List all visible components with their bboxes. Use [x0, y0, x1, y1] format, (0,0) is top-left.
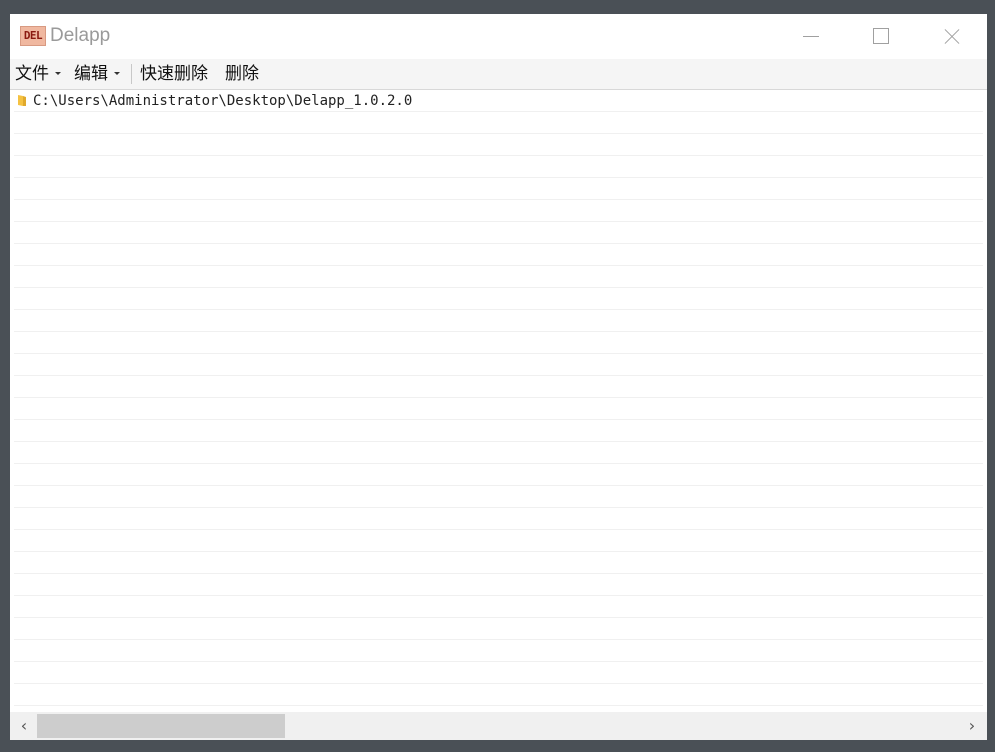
empty-list-row — [14, 178, 983, 200]
empty-list-row — [14, 420, 983, 442]
menu-bar: 文件 编辑 快速删除 删除 — [10, 59, 987, 90]
menu-file[interactable]: 文件 — [15, 59, 61, 89]
scroll-left-arrow-icon[interactable]: ‹ — [12, 712, 36, 740]
maximize-button[interactable] — [857, 14, 903, 59]
menu-file-label: 文件 — [15, 64, 49, 84]
empty-list-row — [14, 244, 983, 266]
menu-edit[interactable]: 编辑 — [74, 59, 120, 89]
list-item[interactable]: C:\Users\Administrator\Desktop\Delapp_1.… — [14, 90, 983, 112]
empty-list-row — [14, 398, 983, 420]
empty-list-row — [14, 464, 983, 486]
empty-list-row — [14, 640, 983, 662]
horizontal-scrollbar[interactable]: ‹ › — [10, 712, 987, 740]
dropdown-caret-icon — [114, 71, 120, 75]
empty-list-row — [14, 134, 983, 156]
app-logo-icon: DEL — [20, 26, 46, 46]
menu-separator — [131, 64, 132, 84]
dropdown-caret-icon — [55, 71, 61, 75]
empty-list-row — [14, 266, 983, 288]
menu-edit-label: 编辑 — [74, 64, 108, 84]
empty-list-row — [14, 596, 983, 618]
scroll-thumb[interactable] — [37, 714, 285, 738]
quick-delete-button[interactable]: 快速删除 — [140, 59, 208, 89]
empty-list-row — [14, 574, 983, 596]
empty-list-row — [14, 156, 983, 178]
delete-button[interactable]: 删除 — [225, 59, 259, 89]
empty-list-row — [14, 310, 983, 332]
empty-list-row — [14, 530, 983, 552]
minimize-button[interactable] — [788, 14, 834, 59]
empty-list-row — [14, 354, 983, 376]
empty-list-row — [14, 684, 983, 706]
file-path: C:\Users\Administrator\Desktop\Delapp_1.… — [33, 93, 413, 109]
empty-list-row — [14, 376, 983, 398]
file-list[interactable]: C:\Users\Administrator\Desktop\Delapp_1.… — [10, 90, 987, 712]
empty-list-row — [14, 112, 983, 134]
window-title: Delapp — [50, 25, 111, 46]
title-bar[interactable]: DEL Delapp — [10, 14, 987, 59]
empty-list-row — [14, 618, 983, 640]
empty-list-row — [14, 552, 983, 574]
empty-list-row — [14, 222, 983, 244]
empty-list-row — [14, 486, 983, 508]
empty-list-row — [14, 442, 983, 464]
empty-list-row — [14, 332, 983, 354]
empty-list-row — [14, 288, 983, 310]
scroll-right-arrow-icon[interactable]: › — [960, 712, 984, 740]
app-window: DEL Delapp 文件 编辑 快速删除 删除 C:\Users\Admini… — [10, 14, 987, 740]
empty-list-row — [14, 200, 983, 222]
close-button[interactable] — [928, 14, 974, 59]
empty-list-row — [14, 662, 983, 684]
folder-icon — [18, 95, 26, 106]
empty-list-row — [14, 508, 983, 530]
